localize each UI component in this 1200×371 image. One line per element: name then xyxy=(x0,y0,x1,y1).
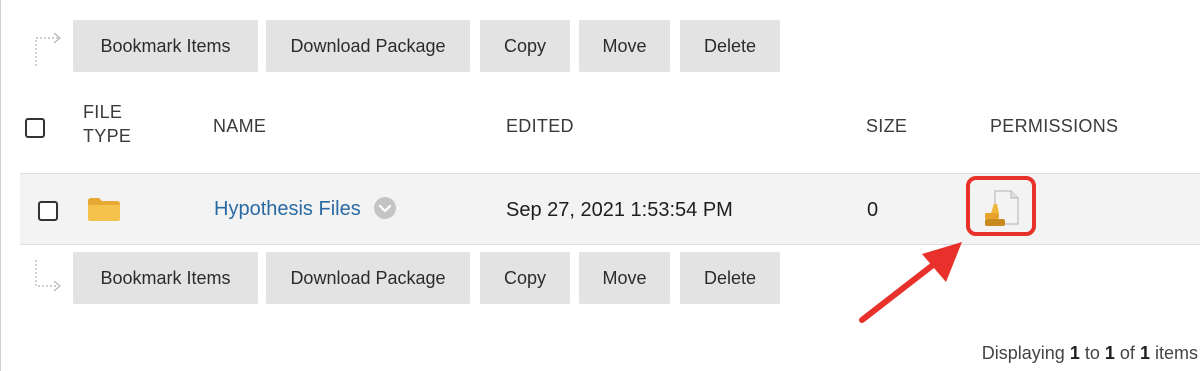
copy-button[interactable]: Copy xyxy=(480,252,570,304)
file-name-link[interactable]: Hypothesis Files xyxy=(214,198,361,221)
row-checkbox[interactable] xyxy=(38,201,58,221)
edited-date: Sep 27, 2021 1:53:54 PM xyxy=(506,199,733,221)
select-all-checkbox[interactable] xyxy=(25,118,45,138)
file-size: 0 xyxy=(867,199,879,221)
column-header-file-type: FILE TYPE xyxy=(83,102,132,146)
move-button[interactable]: Move xyxy=(579,20,670,72)
bookmark-items-button[interactable]: Bookmark Items xyxy=(73,252,258,304)
footer-of: of xyxy=(1119,343,1135,363)
footer-end: 1 xyxy=(1104,343,1115,363)
table-header: FILE TYPE NAME EDITED SIZE PERMISSIONS xyxy=(0,88,1200,168)
options-menu-button[interactable] xyxy=(374,197,396,219)
action-bar-top: Bookmark Items Download Package Copy Mov… xyxy=(0,20,1200,72)
copy-button[interactable]: Copy xyxy=(480,20,570,72)
pagination-summary: Displaying 1 to 1 of 1 items xyxy=(982,343,1198,364)
permissions-document-icon xyxy=(985,190,1019,226)
permissions-button[interactable] xyxy=(983,188,1021,228)
delete-button[interactable]: Delete xyxy=(680,252,780,304)
column-header-edited[interactable]: EDITED xyxy=(506,116,574,137)
footer-suffix: items xyxy=(1154,343,1198,363)
footer-prefix: Displaying xyxy=(981,343,1065,363)
footer-total: 1 xyxy=(1139,343,1150,363)
download-package-button[interactable]: Download Package xyxy=(266,20,470,72)
bookmark-items-button[interactable]: Bookmark Items xyxy=(73,20,258,72)
footer-start: 1 xyxy=(1069,343,1080,363)
table-row: Hypothesis Files Sep 27, 2021 1:53:54 PM… xyxy=(20,173,1200,245)
download-package-button[interactable]: Download Package xyxy=(266,252,470,304)
annotation-arrow-icon xyxy=(859,242,962,323)
corner-arrow-icon xyxy=(35,260,61,292)
footer-to: to xyxy=(1084,343,1100,363)
move-button[interactable]: Move xyxy=(579,252,670,304)
action-bar-bottom: Bookmark Items Download Package Copy Mov… xyxy=(0,252,1200,304)
corner-arrow-icon xyxy=(35,32,61,66)
chevron-down-icon xyxy=(378,204,392,213)
column-header-size[interactable]: SIZE xyxy=(866,116,907,137)
delete-button[interactable]: Delete xyxy=(680,20,780,72)
folder-icon xyxy=(88,198,120,221)
column-header-name[interactable]: NAME xyxy=(213,116,266,137)
column-header-permissions: PERMISSIONS xyxy=(990,116,1119,136)
